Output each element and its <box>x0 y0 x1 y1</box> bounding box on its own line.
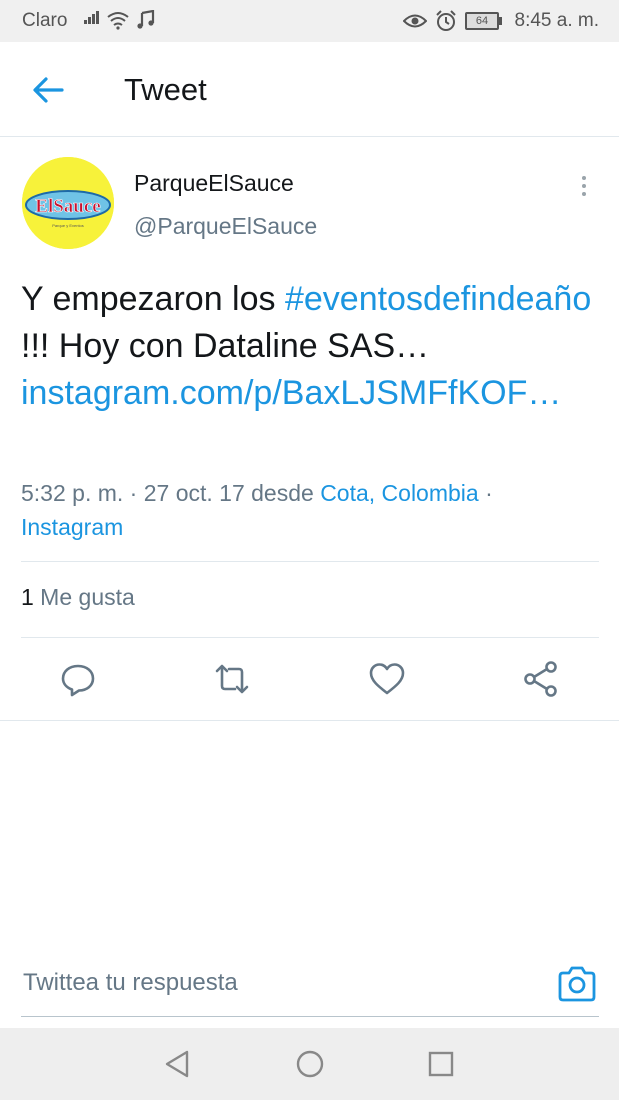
music-note-icon <box>137 10 155 29</box>
page-title: Tweet <box>124 72 207 107</box>
tweet-meta: 5:32 p. m. · 27 oct. 17 desde Cota, Colo… <box>21 476 601 544</box>
likes-number: 1 <box>21 584 34 610</box>
camera-icon[interactable] <box>556 964 598 1004</box>
el-sauce-logo: ElSauce Parque y Eventos <box>22 157 114 249</box>
eye-icon <box>403 14 427 28</box>
reply-input[interactable] <box>21 968 525 998</box>
divider <box>0 720 619 721</box>
wifi-icon <box>107 12 129 30</box>
clock: 8:45 a. m. <box>514 10 600 31</box>
status-bar: Claro 64 8:45 a. m. <box>0 0 619 42</box>
back-arrow-icon[interactable] <box>30 72 66 108</box>
source-link[interactable]: Instagram <box>21 514 123 540</box>
meta-separator: · <box>478 480 493 506</box>
more-options-icon[interactable] <box>572 172 596 202</box>
status-left-icons <box>84 8 156 30</box>
nav-recents-icon[interactable] <box>423 1046 459 1082</box>
retweet-icon[interactable] <box>212 659 252 699</box>
nav-home-icon[interactable] <box>292 1046 328 1082</box>
divider <box>21 561 599 562</box>
alarm-icon <box>436 10 456 31</box>
share-icon[interactable] <box>521 659 561 699</box>
battery-icon: 64 <box>465 12 502 30</box>
carrier-name: Claro <box>22 10 68 31</box>
author-name[interactable]: ParqueElSauce <box>134 170 294 197</box>
reply-underline <box>21 1016 599 1017</box>
tweet-text: Y empezaron los #eventosdefindeaño !!! H… <box>21 276 601 417</box>
avatar[interactable]: ElSauce Parque y Eventos <box>22 157 114 249</box>
divider <box>21 637 599 638</box>
tweet-text-part: Y empezaron los <box>21 280 285 318</box>
signal-icon <box>84 8 100 30</box>
system-nav-bar <box>0 1028 619 1100</box>
timestamp: 5:32 p. m. · 27 oct. 17 desde <box>21 480 321 506</box>
reply-bar <box>0 940 619 1028</box>
author-handle[interactable]: @ParqueElSauce <box>134 213 317 240</box>
like-heart-icon[interactable] <box>367 659 407 699</box>
likes-count[interactable]: 1 Me gusta <box>21 584 135 611</box>
url-link[interactable]: instagram.com/p/BaxLJSMFfKOF… <box>21 374 561 412</box>
status-right-icons: 64 <box>403 10 502 32</box>
nav-back-icon[interactable] <box>159 1046 195 1082</box>
hashtag-link[interactable]: #eventosdefindeaño <box>285 280 591 318</box>
svg-text:ElSauce: ElSauce <box>35 196 100 217</box>
location-link[interactable]: Cota, Colombia <box>320 480 479 506</box>
tweet-header: Tweet <box>0 42 619 137</box>
reply-icon[interactable] <box>58 659 98 699</box>
tweet-text-part: !!! Hoy con Dataline SAS… <box>21 327 430 365</box>
svg-text:Parque y Eventos: Parque y Eventos <box>52 223 84 228</box>
tweet-actions <box>0 655 619 705</box>
likes-label: Me gusta <box>33 584 135 610</box>
